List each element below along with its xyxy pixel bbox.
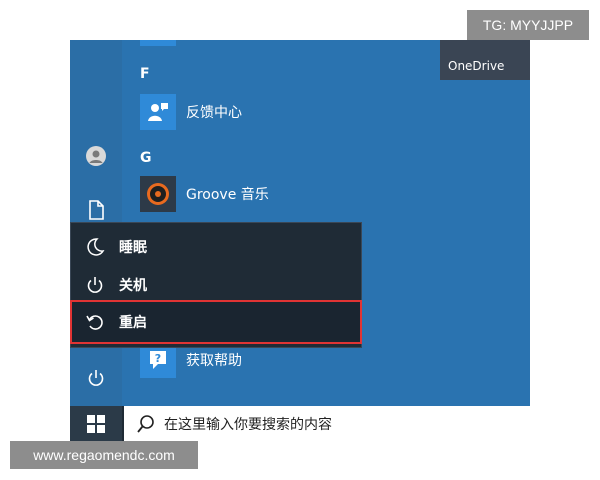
- groove-music-tile: [140, 176, 176, 212]
- shutdown-label: 关机: [119, 278, 147, 294]
- sleep-option[interactable]: 睡眠: [71, 229, 361, 265]
- power-icon: [88, 370, 104, 386]
- power-options-menu: 睡眠 关机 重启: [70, 222, 362, 348]
- app-tile-partial: [140, 40, 176, 46]
- feedback-hub-icon: [148, 103, 168, 121]
- section-header-f[interactable]: F: [140, 66, 150, 82]
- app-feedback-hub[interactable]: 反馈中心: [140, 92, 242, 132]
- app-groove-music[interactable]: Groove 音乐: [140, 174, 269, 214]
- section-header-g[interactable]: G: [140, 150, 152, 166]
- feedback-hub-tile: [140, 94, 176, 130]
- power-icon: [85, 275, 105, 295]
- restart-icon: [85, 312, 105, 332]
- onedrive-tile[interactable]: OneDrive: [440, 40, 530, 80]
- user-icon: [86, 146, 106, 166]
- document-icon: [89, 200, 104, 220]
- help-icon: ?: [150, 351, 166, 369]
- taskbar: 在这里输入你要搜索的内容: [70, 406, 530, 442]
- watermark-top: TG: MYYJJPP: [467, 10, 589, 40]
- shutdown-option[interactable]: 关机: [71, 267, 361, 303]
- power-button[interactable]: [76, 358, 116, 398]
- app-feedback-hub-label: 反馈中心: [186, 105, 242, 121]
- groove-music-icon: [147, 183, 169, 205]
- search-input[interactable]: 在这里输入你要搜索的内容: [124, 406, 530, 442]
- start-button[interactable]: [70, 406, 122, 442]
- restart-label: 重启: [119, 315, 147, 331]
- app-get-help-label: 获取帮助: [186, 353, 242, 369]
- app-groove-music-label: Groove 音乐: [186, 187, 269, 203]
- search-icon: [136, 414, 156, 434]
- restart-option[interactable]: 重启: [70, 300, 362, 344]
- watermark-bottom: www.regaomendc.com: [10, 441, 198, 469]
- sleep-label: 睡眠: [119, 240, 147, 256]
- onedrive-tile-label: OneDrive: [448, 59, 505, 73]
- search-placeholder: 在这里输入你要搜索的内容: [164, 417, 332, 433]
- svg-text:?: ?: [155, 352, 161, 365]
- start-menu-screenshot: F 反馈中心 G Groove 音乐 ? 获取帮助 OneDrive 睡眠 关机…: [70, 40, 530, 442]
- moon-icon: [85, 237, 105, 257]
- windows-logo-icon: [87, 415, 105, 433]
- user-account-button[interactable]: [76, 136, 116, 176]
